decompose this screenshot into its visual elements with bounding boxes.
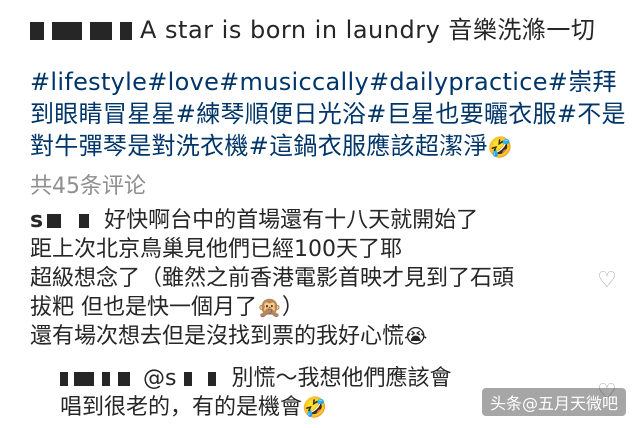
- comments-count[interactable]: 共45条评论: [30, 168, 146, 200]
- hashtags-text[interactable]: #lifestyle#love#musiccally#dailypractice…: [30, 68, 626, 160]
- speak-no-evil-emoji: 🙊: [257, 295, 282, 319]
- redacted-username: [90, 22, 112, 40]
- comment-line: 拔粑 但也是快一個月了🙊）: [30, 295, 304, 320]
- watermark: 头条@五月天微吧: [481, 388, 626, 416]
- rofl-emoji: 🤣: [487, 135, 514, 159]
- comment-line: 距上次北京鳥巢見他們已經100天了耶: [30, 237, 402, 262]
- rofl-emoji: 🤣: [302, 395, 327, 419]
- comment-line: s 好快啊台中的首場還有十八天就開始了: [30, 206, 570, 235]
- comment-author[interactable]: s: [30, 208, 90, 233]
- reply-mention[interactable]: @s: [143, 366, 176, 391]
- comment-text: 好快啊台中的首場還有十八天就開始了: [104, 208, 479, 233]
- heart-outline-icon[interactable]: ♡: [596, 270, 618, 292]
- caption-text: A star is born in laundry 音樂洗滌一切: [140, 16, 596, 44]
- redacted-username: [52, 22, 82, 40]
- crying-emoji: 😭: [404, 324, 428, 348]
- reply-text: 別慌～我想他們應該會: [231, 366, 452, 391]
- comment: s 好快啊台中的首場還有十八天就開始了 距上次北京鳥巢見他們已經100天了耶 超…: [30, 206, 570, 351]
- redacted-username: [120, 22, 132, 40]
- comment-line: 還有場次想去但是沒找到票的我好心慌😭: [30, 324, 428, 349]
- post-caption: A star is born in laundry 音樂洗滌一切: [30, 14, 630, 46]
- redacted-username: [30, 22, 44, 40]
- comment-line: 超級想念了（雖然之前香港電影首映才見到了石頭: [30, 266, 515, 291]
- hashtags[interactable]: #lifestyle#love#musiccally#dailypractice…: [30, 66, 630, 163]
